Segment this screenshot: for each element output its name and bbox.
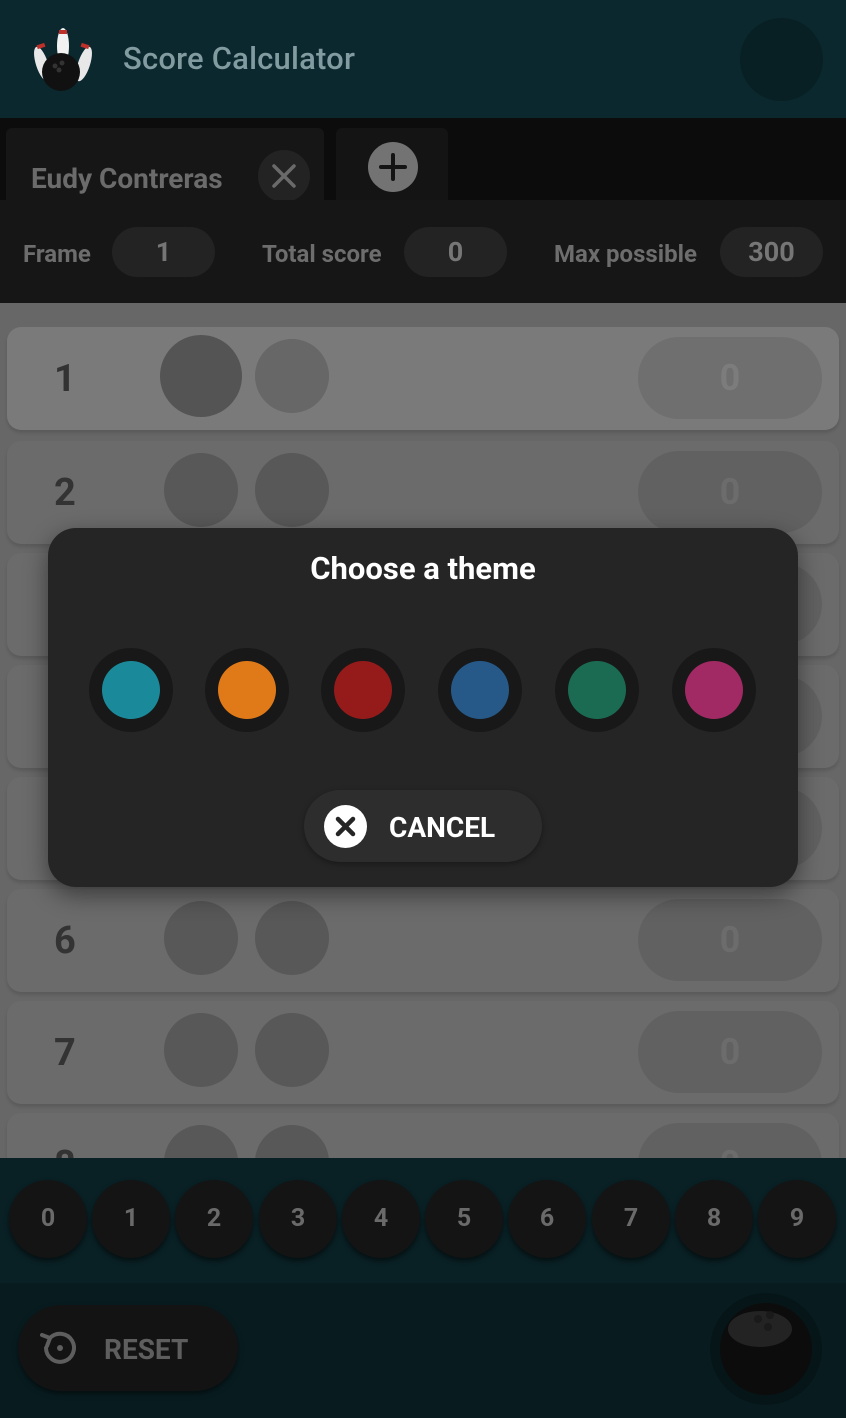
theme-swatch-green[interactable] [555,648,639,732]
dialog-title: Choose a theme [310,550,536,587]
theme-color-green [568,661,626,719]
theme-swatch-orange[interactable] [205,648,289,732]
cancel-button[interactable]: CANCEL [304,790,542,862]
theme-color-blue [451,661,509,719]
theme-color-orange [218,661,276,719]
theme-swatch-blue[interactable] [438,648,522,732]
theme-color-teal [102,661,160,719]
theme-swatch-teal[interactable] [89,648,173,732]
theme-swatch-red[interactable] [321,648,405,732]
cancel-label: CANCEL [389,811,496,844]
close-circle-icon [324,805,367,848]
theme-swatch-magenta[interactable] [672,648,756,732]
theme-dialog: Choose a theme CANCEL [48,528,798,887]
theme-color-red [334,661,392,719]
theme-color-magenta [685,661,743,719]
